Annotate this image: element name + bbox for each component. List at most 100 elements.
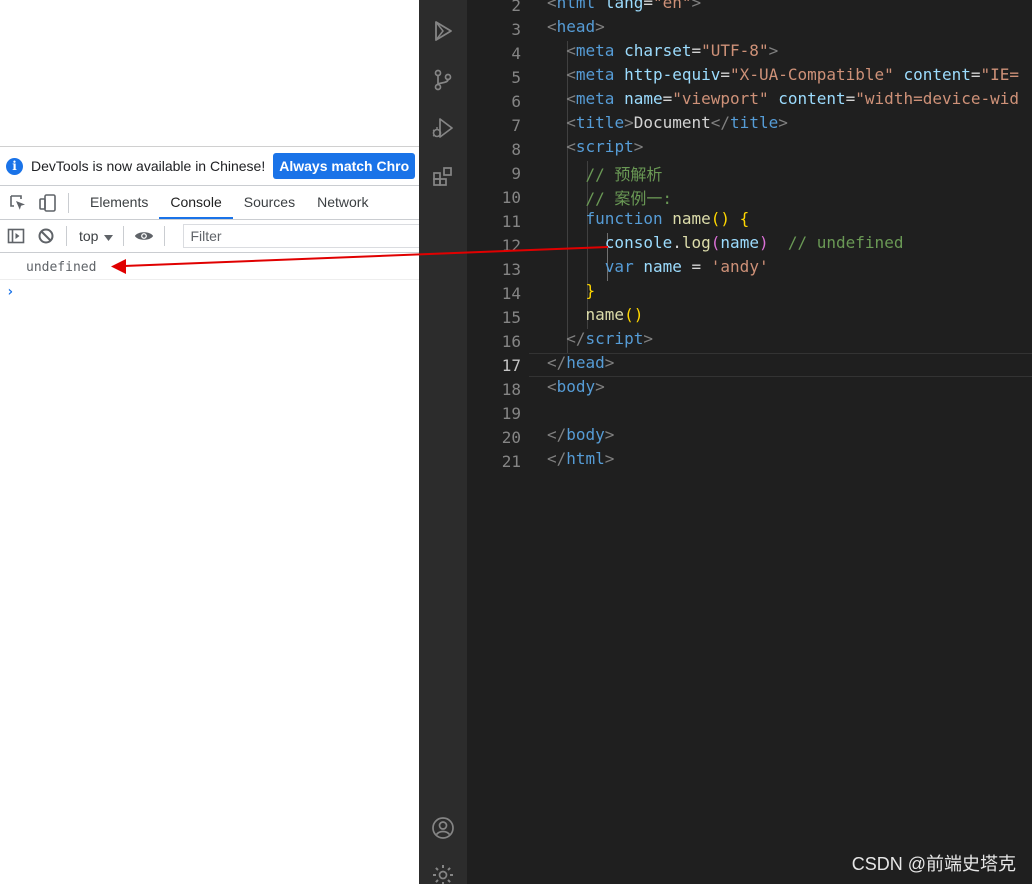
line-number: 20 xyxy=(501,428,521,447)
explorer-icon[interactable] xyxy=(431,19,455,43)
code-line: </body> xyxy=(547,425,614,449)
code-token: // 预解析 xyxy=(547,165,663,184)
code-token: script xyxy=(585,329,644,348)
account-icon[interactable] xyxy=(431,816,455,840)
console-filter-input[interactable]: Filter xyxy=(183,224,419,248)
always-match-chrome-language-button[interactable]: Always match Chro xyxy=(273,153,416,179)
line-number: 5 xyxy=(511,68,521,87)
code-line: var name = 'andy' xyxy=(547,257,769,281)
console-message: undefined xyxy=(0,256,419,280)
source-control-icon[interactable] xyxy=(431,68,455,92)
line-number: 10 xyxy=(501,188,521,207)
code-token: < xyxy=(547,89,576,108)
sidebar-toggle-icon[interactable] xyxy=(6,226,26,246)
line-number: 2 xyxy=(511,0,521,15)
code-token: () xyxy=(624,305,644,324)
code-token: < xyxy=(547,0,557,12)
code-token: content xyxy=(893,65,971,84)
code-token: > xyxy=(604,425,615,444)
code-line: // 预解析 xyxy=(547,161,663,185)
code-token: > xyxy=(691,0,702,12)
code-line: <meta http-equiv="X-UA-Compatible" conte… xyxy=(547,65,1019,89)
code-token: html xyxy=(566,449,605,468)
line-number: 3 xyxy=(511,20,521,39)
line-number: 13 xyxy=(501,260,521,279)
tab-sources[interactable]: Sources xyxy=(233,186,306,219)
code-token: head xyxy=(556,17,596,36)
devtools-panel: i DevTools is now available in Chinese! … xyxy=(0,0,419,884)
code-token: . xyxy=(672,233,682,252)
toolbar-divider xyxy=(68,192,69,213)
code-line: <meta charset="UTF-8"> xyxy=(547,41,778,65)
code-line: console.log(name) // undefined xyxy=(547,233,904,257)
code-token: title xyxy=(730,113,779,132)
toolbar-divider xyxy=(123,226,125,246)
tab-elements[interactable]: Elements xyxy=(79,186,159,219)
info-icon: i xyxy=(6,157,23,175)
activity-bar xyxy=(419,0,467,884)
device-toggle-icon[interactable] xyxy=(38,193,58,213)
code-line: </script> xyxy=(547,329,653,353)
tab-console[interactable]: Console xyxy=(159,186,234,219)
toolbar-divider xyxy=(66,226,67,246)
code-token: = xyxy=(662,89,673,108)
line-number-gutter: 2 3 4 5 6 7 8 9 10 11 12 13 14 15 16 17 18 19 20 21 xyxy=(467,0,529,884)
code-token: meta xyxy=(575,41,615,60)
code-token: name xyxy=(643,257,682,276)
code-token: = xyxy=(720,65,731,84)
context-selector[interactable]: top xyxy=(79,228,114,244)
code-token: name xyxy=(547,305,625,324)
code-token: = xyxy=(970,65,981,84)
inspect-element-icon[interactable] xyxy=(8,193,28,213)
code-token: </ xyxy=(547,449,567,468)
code-token: < xyxy=(547,113,576,132)
code-token: head xyxy=(566,353,605,372)
console-toolbar: top Filter xyxy=(0,220,419,253)
code-token: name xyxy=(720,233,759,252)
language-notification-bar: i DevTools is now available in Chinese! … xyxy=(0,146,419,185)
settings-gear-icon[interactable] xyxy=(431,863,455,884)
code-token: console xyxy=(547,233,673,252)
code-line: </head> xyxy=(547,353,614,377)
code-token: lang xyxy=(595,0,644,12)
code-token: http-equiv xyxy=(614,65,721,84)
code-token: > xyxy=(778,113,788,132)
line-number: 21 xyxy=(501,452,521,471)
line-number: 11 xyxy=(501,212,521,231)
code-token: content xyxy=(768,89,846,108)
code-token: name xyxy=(672,209,711,228)
code-token: = xyxy=(643,0,653,12)
code-token: } xyxy=(547,281,596,300)
code-token: "en" xyxy=(652,0,692,12)
code-line: <script> xyxy=(547,137,643,161)
code-token: > xyxy=(768,41,779,60)
code-token: ( xyxy=(710,233,721,252)
code-token: = xyxy=(845,89,856,108)
code-token: 'andy' xyxy=(710,257,769,276)
console-prompt[interactable]: › xyxy=(6,284,14,300)
code-line: name() xyxy=(547,305,644,329)
line-number: 16 xyxy=(501,332,521,351)
code-token: > xyxy=(604,449,615,468)
code-line: <title>Document</title> xyxy=(547,113,788,137)
code-token: < xyxy=(547,137,576,156)
code-token: < xyxy=(547,377,557,396)
line-number: 7 xyxy=(511,116,521,135)
run-debug-icon[interactable] xyxy=(431,116,455,140)
tab-network[interactable]: Network xyxy=(306,186,379,219)
line-number: 19 xyxy=(501,404,521,423)
code-token: meta xyxy=(575,89,615,108)
devtools-tab-bar: Elements Console Sources Network xyxy=(0,185,419,220)
code-token: meta xyxy=(575,65,615,84)
code-token: > xyxy=(633,137,644,156)
code-text-area[interactable]: <html lang="en"> <head> <meta charset="UT… xyxy=(547,0,1032,884)
eye-icon[interactable] xyxy=(134,226,154,246)
code-token: = xyxy=(691,41,702,60)
context-selector-label: top xyxy=(79,228,99,244)
clear-console-icon[interactable] xyxy=(36,226,56,246)
code-token: // 案例一: xyxy=(547,189,673,208)
code-line: </html> xyxy=(547,449,614,473)
extensions-icon[interactable] xyxy=(431,165,455,189)
